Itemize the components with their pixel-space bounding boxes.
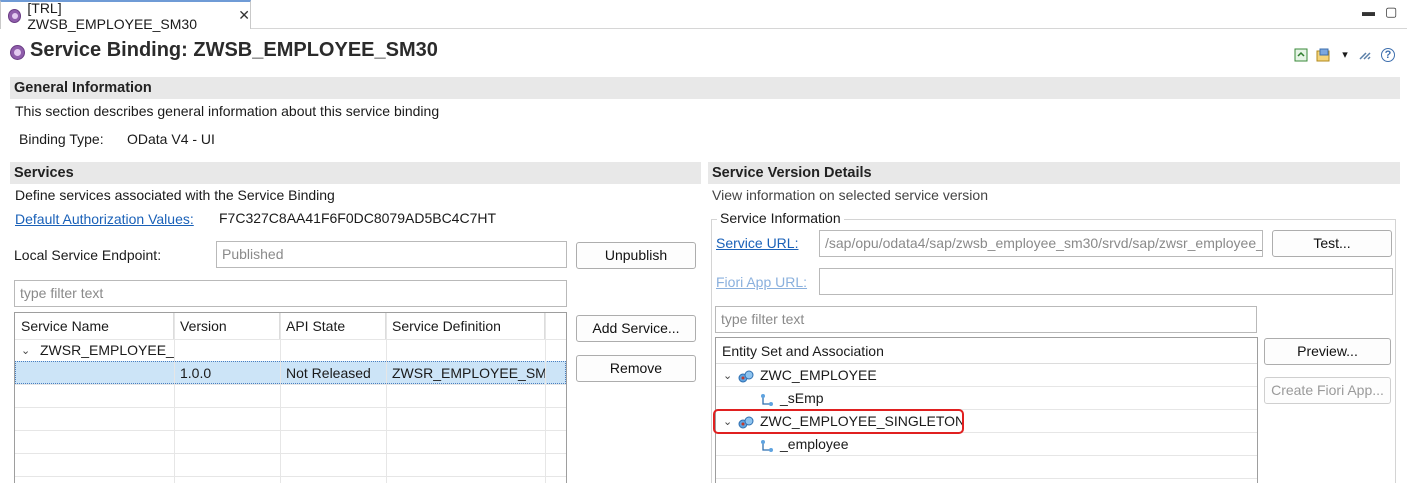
binding-type-label: Binding Type: bbox=[19, 131, 104, 147]
general-info-description: This section describes general informati… bbox=[15, 103, 440, 119]
general-info-header: General Information bbox=[10, 77, 1400, 99]
authorization-value: F7C327C8AA41F6F0DC8079AD5BC4C7HT bbox=[219, 210, 497, 226]
column-header-service-definition[interactable]: Service Definition bbox=[386, 313, 545, 339]
local-endpoint-label: Local Service Endpoint: bbox=[14, 247, 162, 263]
service-url-field[interactable]: /sap/opu/odata4/sap/zwsb_employee_sm30/s… bbox=[819, 230, 1263, 257]
close-icon[interactable]: ✕ bbox=[238, 7, 250, 24]
service-binding-icon bbox=[10, 45, 25, 60]
service-information-legend: Service Information bbox=[717, 210, 844, 226]
fiori-app-url-link: Fiori App URL: bbox=[716, 274, 808, 290]
service-version-description: View information on selected service ver… bbox=[712, 187, 988, 203]
preview-button[interactable]: Preview... bbox=[1264, 338, 1391, 365]
binding-type-value: OData V4 - UI bbox=[127, 131, 215, 147]
association-name: _employee bbox=[780, 436, 849, 452]
editor-tab-label: [TRL] ZWSB_EMPLOYEE_SM30 bbox=[27, 0, 197, 32]
tree-empty-row bbox=[716, 456, 1257, 479]
services-filter-input[interactable]: type filter text bbox=[14, 280, 567, 307]
unpublish-button[interactable]: Unpublish bbox=[576, 242, 696, 269]
create-fiori-app-button: Create Fiori App... bbox=[1264, 377, 1391, 404]
services-header: Services bbox=[10, 162, 701, 184]
entity-name: ZWC_EMPLOYEE bbox=[760, 367, 877, 383]
highlight-box bbox=[713, 409, 964, 434]
pin-icon[interactable] bbox=[1358, 48, 1372, 62]
services-table[interactable]: Service Name Version API State Service D… bbox=[14, 312, 567, 483]
editor-tab[interactable]: [TRL] ZWSB_EMPLOYEE_SM30 ✕ bbox=[0, 0, 251, 32]
association-name: _sEmp bbox=[780, 390, 824, 406]
default-authorization-link[interactable]: Default Authorization Values: bbox=[15, 211, 194, 227]
column-header-version[interactable]: Version bbox=[174, 313, 280, 339]
version-cell[interactable]: 1.0.0 bbox=[175, 362, 280, 384]
tree-item-association[interactable]: _sEmp bbox=[716, 387, 1257, 410]
service-definition-cell[interactable]: ZWSR_EMPLOYEE_SM30 bbox=[387, 362, 545, 384]
entity-filter-input[interactable]: type filter text bbox=[715, 306, 1257, 333]
export-icon[interactable] bbox=[1316, 48, 1330, 62]
local-endpoint-field: Published bbox=[216, 241, 567, 268]
api-state-cell[interactable]: Not Released bbox=[281, 362, 386, 384]
dropdown-icon[interactable]: ▾ bbox=[1338, 48, 1352, 62]
add-service-button[interactable]: Add Service... bbox=[576, 315, 696, 342]
chevron-down-icon[interactable]: ⌄ bbox=[723, 365, 732, 387]
chevron-down-icon[interactable]: ⌄ bbox=[21, 344, 30, 357]
help-icon[interactable]: ? bbox=[1381, 48, 1395, 62]
tree-item-association[interactable]: _employee bbox=[716, 433, 1257, 456]
services-description: Define services associated with the Serv… bbox=[15, 187, 335, 203]
service-binding-icon bbox=[8, 8, 22, 23]
column-header-api-state[interactable]: API State bbox=[280, 313, 386, 339]
test-button[interactable]: Test... bbox=[1272, 230, 1392, 257]
entity-set-icon bbox=[738, 368, 754, 383]
service-url-link[interactable]: Service URL: bbox=[716, 235, 798, 251]
remove-button[interactable]: Remove bbox=[576, 355, 696, 382]
tree-header: Entity Set and Association bbox=[716, 338, 1257, 364]
fiori-app-url-field[interactable] bbox=[819, 268, 1393, 295]
page-title: Service Binding: ZWSB_EMPLOYEE_SM30 bbox=[30, 39, 438, 61]
tree-item-entity[interactable]: ⌄ ZWC_EMPLOYEE bbox=[716, 364, 1257, 387]
maximize-icon[interactable]: ▢ bbox=[1385, 4, 1397, 20]
column-header-service-name[interactable]: Service Name bbox=[15, 313, 174, 339]
service-group-row[interactable]: ZWSR_EMPLOYEE_SM30 bbox=[35, 339, 174, 361]
service-version-details-header: Service Version Details bbox=[708, 162, 1400, 184]
minimize-icon[interactable]: ▬ bbox=[1362, 4, 1375, 19]
refresh-icon[interactable] bbox=[1294, 48, 1308, 62]
association-icon bbox=[760, 391, 774, 406]
tree-header-label: Entity Set and Association bbox=[722, 343, 884, 359]
association-icon bbox=[760, 437, 774, 452]
